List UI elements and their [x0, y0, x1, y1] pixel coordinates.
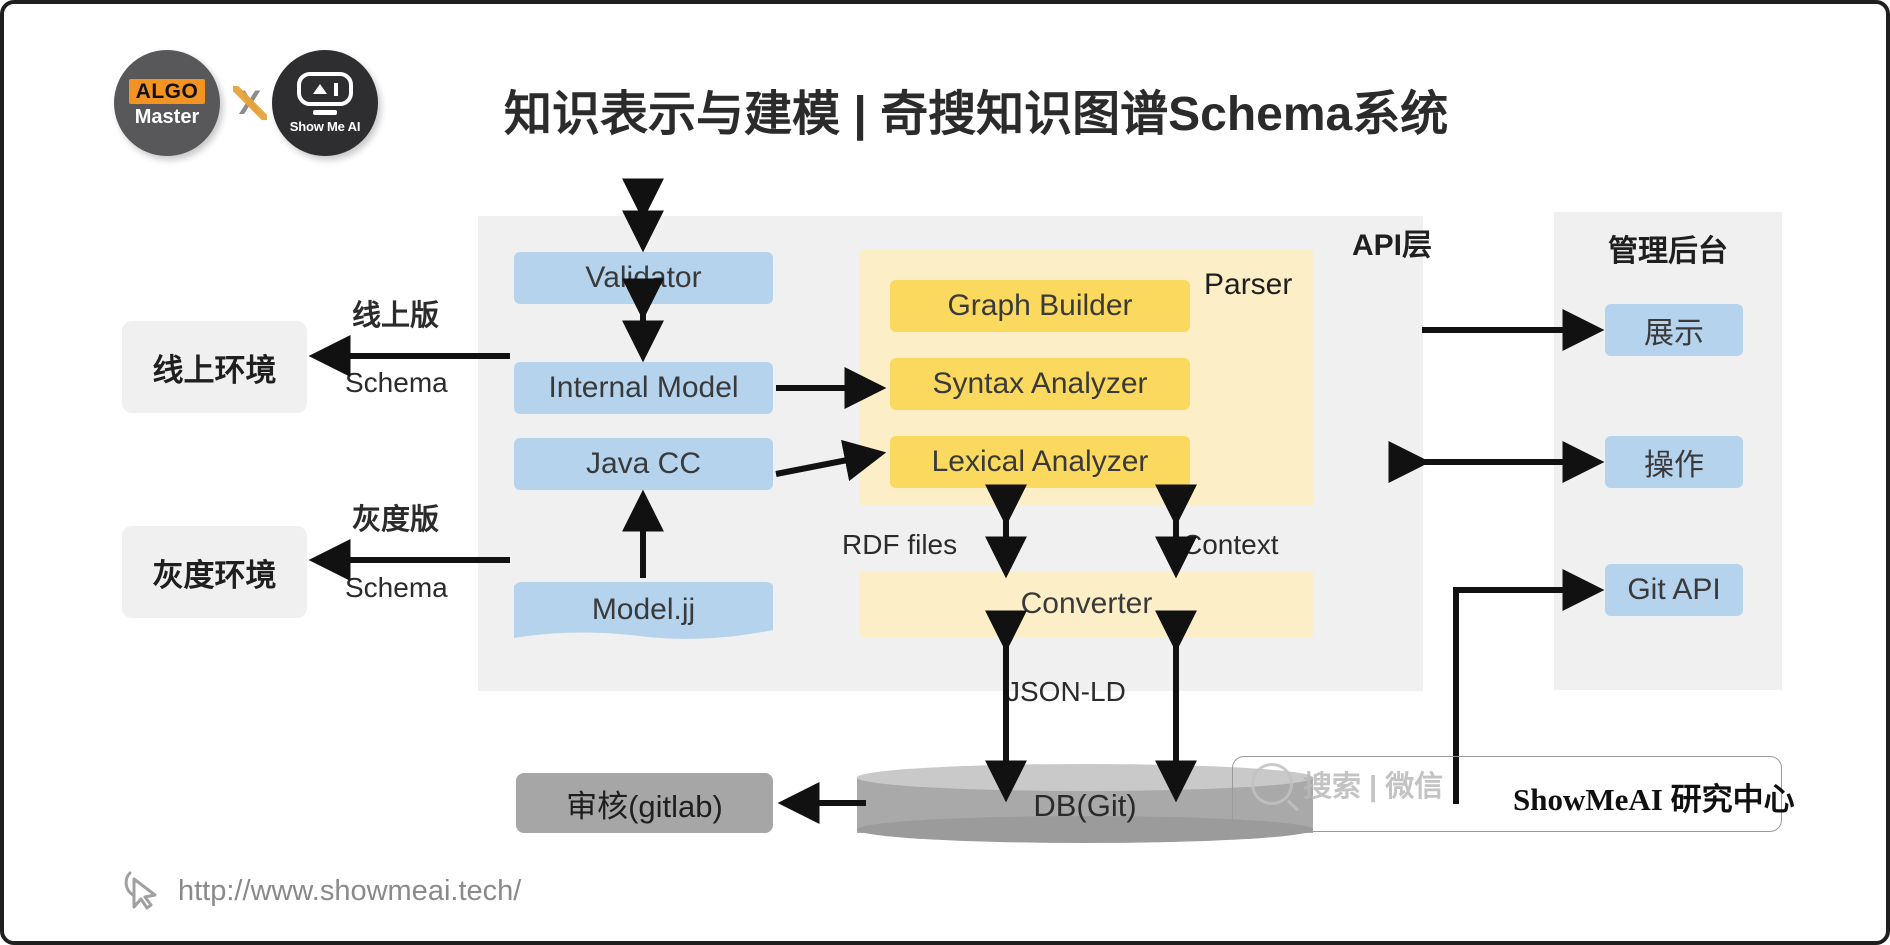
footer: http://www.showmeai.tech/ [122, 870, 521, 912]
diagram-frame: ALGO Master X Show Me AI 知识表示与建模 | 奇搜知识图… [0, 0, 1890, 945]
admin-operate-box[interactable]: 操作 [1605, 436, 1743, 488]
showmeai-logo: Show Me AI [272, 50, 378, 156]
screen-stand-icon [313, 110, 337, 115]
parser-label: Parser [1204, 268, 1293, 301]
converter-box[interactable]: Converter [859, 571, 1314, 637]
watermark-ghost: 搜索 | 微信 [1251, 763, 1443, 805]
page-title: 知识表示与建模 | 奇搜知识图谱Schema系统 [504, 88, 1449, 141]
watermark-ghost-text: 搜索 | 微信 [1303, 771, 1444, 803]
edge-label-online-version: 线上版 [352, 300, 440, 332]
watermark-badge: 搜索 | 微信 ShowMeAI 研究中心 [1232, 756, 1795, 832]
internal-model-box[interactable]: Internal Model [514, 362, 773, 414]
admin-git-api-box[interactable]: Git API [1605, 564, 1743, 616]
api-layer-label: API层 [1352, 229, 1433, 262]
lexical-analyzer-box[interactable]: Lexical Analyzer [890, 436, 1190, 488]
online-env-box[interactable]: 线上环境 [122, 321, 307, 413]
edge-label-rdf-files: RDF files [842, 529, 958, 560]
admin-display-box[interactable]: 展示 [1605, 304, 1743, 356]
search-icon [1251, 763, 1293, 805]
syntax-analyzer-box[interactable]: Syntax Analyzer [890, 358, 1190, 410]
edge-label-context: Context [1182, 529, 1279, 560]
algo-logo-bottom-text: Master [134, 105, 200, 128]
cursor-icon [124, 871, 157, 910]
caret-up-icon [312, 84, 327, 94]
watermark-brand: ShowMeAI 研究中心 [1513, 782, 1795, 817]
algo-master-logo: ALGO Master [114, 50, 220, 156]
algo-logo-top-text: ALGO [128, 78, 206, 104]
validator-box[interactable]: Validator [514, 252, 773, 304]
edge-label-gray-version: 灰度版 [352, 504, 440, 536]
review-gitlab-box[interactable]: 审核(gitlab) [516, 773, 773, 833]
edge-label-gray-schema: Schema [345, 572, 448, 603]
logo-separator-x: X [233, 86, 267, 120]
admin-backend-label: 管理后台 [1608, 235, 1728, 268]
edge-label-json-ld: JSON-LD [1006, 676, 1126, 707]
model-jj-box[interactable]: Model.jj [514, 582, 773, 644]
gray-env-box[interactable]: 灰度环境 [122, 526, 307, 618]
bar-icon [333, 82, 338, 96]
java-cc-box[interactable]: Java CC [514, 438, 773, 490]
edge-label-online-schema: Schema [345, 367, 448, 398]
model-jj-label: Model.jj [591, 593, 696, 626]
showmeai-screen-icon [297, 72, 353, 106]
graph-builder-box[interactable]: Graph Builder [890, 280, 1190, 332]
footer-url: http://www.showmeai.tech/ [178, 874, 522, 907]
showmeai-logo-text: Show Me AI [289, 119, 361, 134]
